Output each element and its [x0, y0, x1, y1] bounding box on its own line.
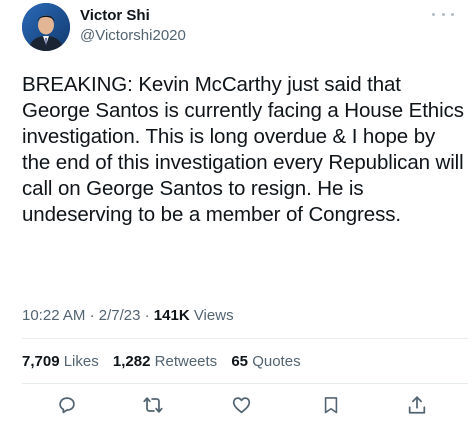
quotes-label: Quotes	[252, 353, 301, 370]
reply-icon[interactable]	[54, 392, 80, 418]
retweet-icon[interactable]	[140, 392, 166, 418]
tweet: Victor Shi @Victorshi2020 BREAKING: Kevi…	[0, 0, 474, 424]
likes-label: Likes	[63, 353, 99, 370]
bookmark-icon[interactable]	[318, 392, 344, 418]
retweets-count: 1,282	[112, 353, 151, 370]
tweet-time[interactable]: 10:22 AM	[22, 307, 85, 324]
retweets-stat[interactable]: 1,282 Retweets	[113, 353, 217, 370]
avatar[interactable]	[22, 3, 70, 51]
tweet-meta: 10:22 AM · 2/7/23 · 141K Views	[22, 306, 234, 326]
divider	[22, 383, 468, 384]
engagement-stats: 7,709 Likes 1,282 Retweets 65 Quotes	[22, 352, 311, 372]
display-name[interactable]: Victor Shi	[80, 6, 150, 26]
meta-separator: ·	[144, 307, 150, 324]
action-bar	[0, 392, 474, 422]
views-count: 141K	[153, 307, 190, 324]
likes-stat[interactable]: 7,709 Likes	[22, 353, 99, 370]
tweet-text: BREAKING: Kevin McCarthy just said that …	[22, 73, 464, 226]
user-handle[interactable]: @Victorshi2020	[80, 26, 186, 46]
quotes-count: 65	[231, 353, 249, 370]
meta-separator: ·	[89, 307, 95, 324]
divider	[22, 338, 468, 339]
quotes-stat[interactable]: 65 Quotes	[231, 353, 300, 370]
retweets-label: Retweets	[154, 353, 218, 370]
likes-count: 7,709	[22, 353, 60, 370]
tweet-date[interactable]: 2/7/23	[99, 307, 141, 324]
more-horizontal-icon[interactable]	[432, 8, 454, 20]
like-icon[interactable]	[228, 392, 254, 418]
views-label: Views	[193, 307, 234, 324]
share-icon[interactable]	[404, 392, 430, 418]
